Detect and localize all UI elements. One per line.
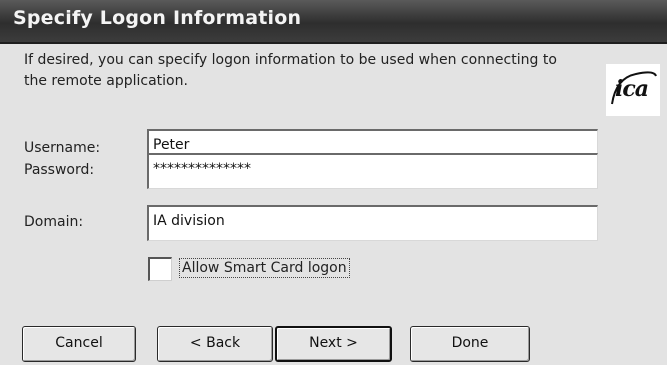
password-field[interactable]: ************** [147, 153, 598, 189]
dialog-description: If desired, you can specify logon inform… [24, 52, 557, 89]
dialog-title: Specify Logon Information [13, 7, 302, 29]
ica-logo-text: ica [615, 76, 649, 102]
cancel-button[interactable]: Cancel [22, 326, 136, 362]
ica-logo: ica [606, 64, 660, 116]
next-button[interactable]: Next > [275, 326, 392, 362]
dialog-title-bar: Specify Logon Information [0, 0, 667, 44]
smart-card-checkbox[interactable] [148, 257, 172, 281]
done-button[interactable]: Done [410, 326, 530, 362]
back-button[interactable]: < Back [157, 326, 273, 362]
password-label: Password: [24, 162, 95, 178]
domain-label: Domain: [24, 214, 84, 230]
username-label: Username: [24, 140, 101, 156]
domain-field[interactable]: IA division [147, 205, 598, 241]
smart-card-label[interactable]: Allow Smart Card logon [179, 258, 350, 278]
